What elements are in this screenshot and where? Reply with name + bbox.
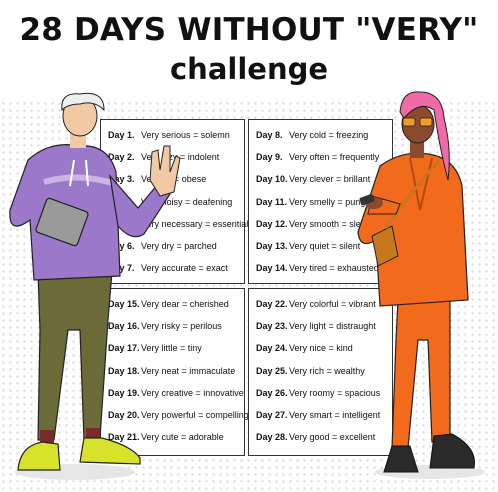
word-pair: Very accurate = exact [141, 263, 228, 274]
word-pair: Very nice = kind [289, 343, 353, 354]
word-pair: Very neat = immaculate [141, 365, 236, 376]
word-pair: Very lazy = indolent [141, 152, 220, 163]
day-label: Day 11. [256, 196, 288, 207]
day-label: Day 3. [108, 174, 135, 185]
day-label: Day 6. [108, 241, 135, 251]
day-label: Day 7. [108, 263, 135, 274]
day-label: Day 25. [256, 365, 288, 376]
day-label: Day 14. [256, 263, 288, 274]
word-pair: Very necessary = essential [141, 218, 249, 229]
word-pair: Very tired = exhausted [289, 263, 379, 274]
word-pair: Very smelly = pungent [289, 196, 378, 207]
word-pair: Very fat = obese [141, 174, 207, 185]
day-label: Day 22. [256, 299, 288, 309]
day-label: Day 4. [108, 196, 135, 207]
day-label: Day 9. [256, 152, 283, 163]
word-pair: Very risky = perilous [141, 321, 222, 332]
day-label: Day 8. [256, 130, 283, 140]
word-pair: Very colorful = vibrant [289, 299, 376, 309]
word-pair: Very dry = parched [141, 241, 217, 251]
word-pair: Very noisy = deafening [141, 196, 233, 207]
day-label: Day 1. [108, 130, 135, 140]
word-pair: Very roomy = spacious [289, 387, 381, 398]
day-label: Day 26. [256, 387, 288, 398]
word-pair: Very dear = cherished [141, 299, 229, 309]
day-label: Day 13. [256, 241, 288, 251]
word-pair: Very serious = solemn [141, 130, 230, 140]
day-label: Day 20. [108, 410, 140, 420]
word-pair: Very rich = wealthy [289, 365, 365, 376]
word-pair: Very light = distraught [289, 321, 376, 332]
word-pair: Very smooth = sleek [289, 218, 371, 229]
day-label: Day 2. [108, 152, 135, 163]
word-pair: Very little = tiny [141, 343, 202, 354]
panel-days-22-28: Day 22. Very colorful = vibrant Day 23. Ver… [248, 288, 393, 456]
panel-days-1-7: Day 1. Very serious = solemn Day 2. Very la… [100, 119, 249, 284]
day-label: Day 23. [256, 321, 288, 332]
day-label: Day 19. [108, 387, 140, 398]
day-label: Day 24. [256, 343, 288, 354]
word-pair: Very often = frequently [289, 152, 380, 163]
day-label: Day 12. [256, 218, 288, 229]
word-pair: Very cold = freezing [289, 130, 369, 140]
day-label: Day 28. [256, 432, 288, 443]
word-pair: Very powerful = compelling [141, 410, 249, 420]
word-pair: Very smart = intelligent [289, 410, 381, 420]
day-label: Day 17. [108, 343, 140, 354]
day-label: Day 27. [256, 410, 288, 420]
day-label: Day 16. [108, 321, 140, 332]
word-pair: Very creative = innovative [141, 387, 244, 398]
day-label: Day 15. [108, 299, 140, 309]
page-title: 28 DAYS WITHOUT "VERY" [19, 12, 479, 48]
word-pair: Very good = excellent [289, 432, 376, 443]
word-pair: Very cute = adorable [141, 432, 224, 443]
panel-days-8-14: Day 8. Very cold = freezing Day 9. Very oft… [248, 119, 393, 284]
day-label: Day 21. [108, 432, 140, 443]
page-subtitle: challenge [169, 52, 329, 86]
day-label: Day 10. [256, 174, 288, 185]
day-label: Day 18. [108, 365, 140, 376]
word-pair: Very clever = brillant [289, 174, 371, 185]
day-label: Day 5. [108, 218, 135, 229]
panel-days-15-21: Day 15. Very dear = cherished Day 16. Very … [100, 288, 249, 456]
word-pair: Very quiet = silent [289, 241, 361, 251]
